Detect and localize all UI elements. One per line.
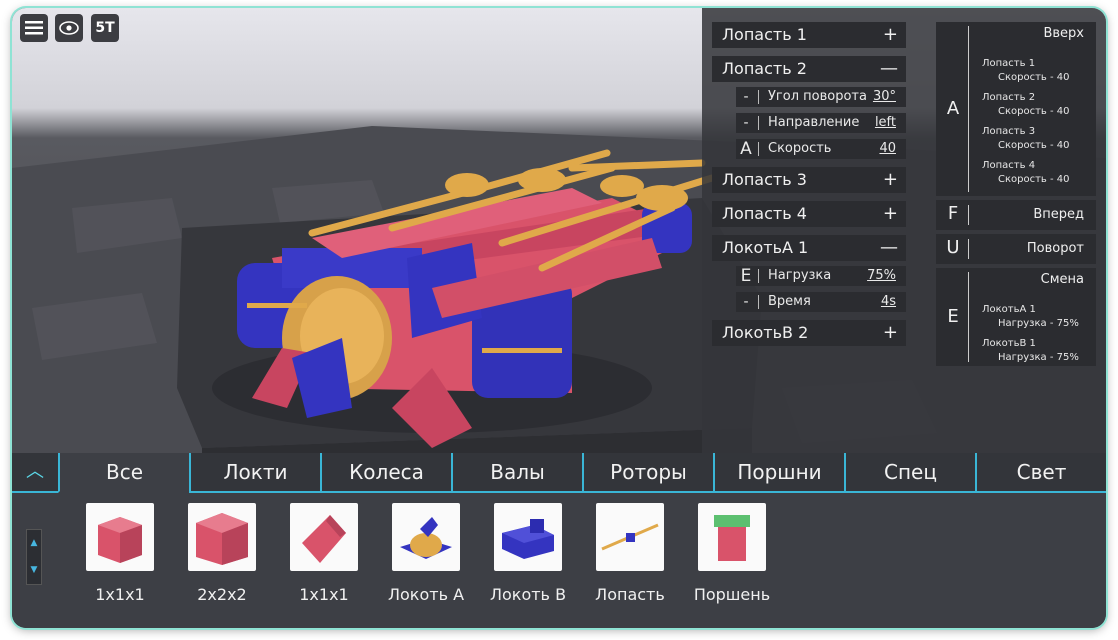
value-field[interactable]: 30° [873,87,896,107]
value-field[interactable]: 75% [867,266,896,286]
key-binding[interactable]: - [736,113,756,133]
tab-light[interactable]: Свет [975,453,1106,491]
library-item-piston[interactable]: Поршень [680,503,784,604]
expand-icon[interactable]: + [883,167,898,193]
key-binding[interactable]: U [936,237,970,258]
scroll-down-icon[interactable]: ▼ [27,557,41,584]
prop-row-speed[interactable]: A Скорость 40 [736,139,906,159]
cube-icon [86,503,154,571]
library-item-elbow-a[interactable]: Локоть А [374,503,478,604]
key-binding[interactable]: A [736,139,756,159]
cube-large-icon [188,503,256,571]
command-change[interactable]: E Смена ЛокотьА 1 Нагрузка - 75% ЛокотьB… [936,268,1096,366]
prop-row-load[interactable]: E Нагрузка 75% [736,266,906,286]
logo-text: 5T [95,20,115,36]
elbow-b-icon [494,503,562,571]
tab-rotors[interactable]: Роторы [582,453,713,491]
blade-icon [596,503,664,571]
prop-row-direction[interactable]: - Направление left [736,113,906,133]
part-row-blade-1[interactable]: Лопасть 1 + [712,22,906,48]
library-item-cube-1[interactable]: 1x1x1 [68,503,172,604]
category-tabs: ︿ Все Локти Колеса Валы Роторы Поршни Сп… [12,453,1106,493]
menu-button[interactable] [20,14,48,42]
part-row-blade-3[interactable]: Лопасть 3 + [712,167,906,193]
key-binding[interactable]: F [936,203,970,224]
piston-icon [698,503,766,571]
tab-pistons[interactable]: Поршни [713,453,844,491]
library-item-cube-2[interactable]: 2x2x2 [170,503,274,604]
expand-icon[interactable]: + [883,320,898,346]
prop-row-rotation-angle[interactable]: - Угол поворота 30° [736,87,906,107]
key-binding[interactable]: A [936,98,970,119]
expand-icon[interactable]: + [883,22,898,48]
tab-wheels[interactable]: Колеса [320,453,451,491]
collapse-panel-button[interactable]: ︿ [12,453,58,491]
eye-icon [59,21,79,35]
view-toggle-button[interactable] [55,14,83,42]
tab-special[interactable]: Спец [844,453,975,491]
key-binding[interactable]: - [736,292,756,312]
parameter-panel: Лопасть 1 + Лопасть 2— - Угол поворота 30… [702,8,1106,453]
elbow-a-icon [392,503,460,571]
part-row-blade-2[interactable]: Лопасть 2— [712,56,906,82]
value-field[interactable]: 4s [881,292,896,312]
3d-viewport[interactable]: 5T Лопасть 1 + Лопасть 2— - Угол поворота… [12,8,1106,453]
library-item-elbow-b[interactable]: Локоть B [476,503,580,604]
part-row-elbow-a1[interactable]: ЛокотьА 1— [712,235,906,261]
expand-icon[interactable]: + [883,201,898,227]
app-frame: 5T Лопасть 1 + Лопасть 2— - Угол поворота… [12,8,1106,628]
hamburger-icon [25,21,43,35]
chevron-up-icon: ︿ [26,461,44,482]
tab-shafts[interactable]: Валы [451,453,582,491]
value-field[interactable]: 40 [879,139,896,159]
part-row-blade-4[interactable]: Лопасть 4 + [712,201,906,227]
key-binding[interactable]: E [736,266,756,286]
library-item-wedge[interactable]: 1x1x1 [272,503,376,604]
value-field[interactable]: left [875,113,896,133]
collapse-icon[interactable]: — [880,235,898,261]
command-forward[interactable]: F Вперед [936,200,1096,230]
wedge-icon [290,503,358,571]
tab-all[interactable]: Все [58,453,189,493]
tab-elbows[interactable]: Локти [189,453,320,491]
scroll-up-icon[interactable]: ▲ [27,530,41,557]
collapse-icon[interactable]: — [880,56,898,82]
command-turn[interactable]: U Поворот [936,234,1096,264]
logo-button[interactable]: 5T [91,14,119,42]
library-item-blade[interactable]: Лопасть [578,503,682,604]
command-up[interactable]: A Вверх Лопасть 1 Скорость - 40 Лопасть … [936,22,1096,196]
prop-row-time[interactable]: - Время 4s [736,292,906,312]
key-binding[interactable]: - [736,87,756,107]
key-binding[interactable]: E [936,306,970,327]
library-scroller[interactable]: ▲ ▼ [26,529,42,585]
parts-library: ▲ ▼ 1x1x1 2x2x2 1x1x1 Локоть А Локоть B … [12,493,1106,628]
part-row-elbow-b2[interactable]: ЛокотьB 2 + [712,320,906,346]
